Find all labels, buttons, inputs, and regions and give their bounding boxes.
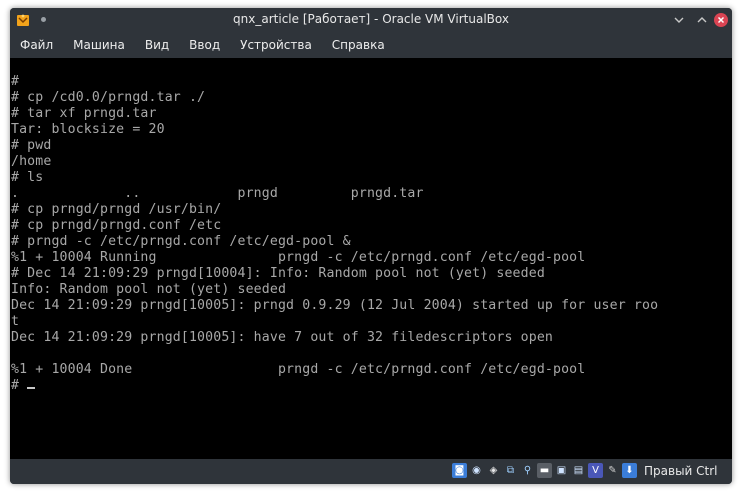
terminal-output: # # cp /cd0.0/prngd.tar ./ # tar xf prng… xyxy=(10,58,732,394)
optical-drive-icon[interactable]: ◉ xyxy=(469,463,484,478)
status-icons: ◙ ◉ ◈ ⧉ ⚲ ▬ ▣ ▤ V ✎ ⬇ xyxy=(452,463,637,478)
terminal-lines: # # cp /cd0.0/prngd.tar ./ # tar xf prng… xyxy=(11,74,658,377)
title-bar[interactable]: qnx_article [Работает] - Oracle VM Virtu… xyxy=(10,8,732,32)
terminal-line: %1 + 10004 Running prngd -c /etc/prngd.c… xyxy=(11,250,586,265)
video-capture-icon[interactable]: ▤ xyxy=(571,463,586,478)
minimize-button[interactable] xyxy=(672,13,686,27)
menu-file[interactable]: Файл xyxy=(10,38,63,52)
terminal-line: /home xyxy=(11,154,52,169)
menu-devices[interactable]: Устройства xyxy=(230,38,322,52)
usb-icon[interactable]: ⚲ xyxy=(520,463,535,478)
terminal-line: Dec 14 21:09:29 prngd[10005]: have 7 out… xyxy=(11,330,553,345)
terminal-line: # cp prngd/prngd /usr/bin/ xyxy=(11,202,222,217)
shared-folders-icon[interactable]: ▬ xyxy=(537,463,552,478)
vm-screen[interactable]: # # cp /cd0.0/prngd.tar ./ # tar xf prng… xyxy=(10,58,732,459)
maximize-button[interactable] xyxy=(695,13,709,27)
virtualbox-window: qnx_article [Работает] - Oracle VM Virtu… xyxy=(10,8,732,484)
terminal-line: # cp /cd0.0/prngd.tar ./ xyxy=(11,90,206,105)
menu-machine[interactable]: Машина xyxy=(63,38,135,52)
terminal-line: Tar: blocksize = 20 xyxy=(11,122,165,137)
terminal-line: # cp prngd/prngd.conf /etc xyxy=(11,218,222,233)
terminal-line: . .. prngd prngd.tar xyxy=(11,186,424,201)
close-button[interactable] xyxy=(714,13,728,27)
terminal-line: Info: Random pool not (yet) seeded xyxy=(11,282,287,297)
menu-bar: Файл Машина Вид Ввод Устройства Справка xyxy=(10,32,732,58)
terminal-line: # xyxy=(11,74,20,89)
terminal-line: Dec 14 21:09:29 prngd[10005]: prngd 0.9.… xyxy=(11,298,659,313)
keyboard-icon[interactable]: ⬇ xyxy=(622,463,637,478)
menu-input[interactable]: Ввод xyxy=(179,38,230,52)
virtualization-icon[interactable]: V xyxy=(588,463,603,478)
menu-view[interactable]: Вид xyxy=(135,38,179,52)
terminal-line: %1 + 10004 Done prngd -c /etc/prngd.conf… xyxy=(11,362,586,377)
mouse-integration-icon[interactable]: ✎ xyxy=(605,463,620,478)
terminal-line: # prngd -c /etc/prngd.conf /etc/egd-pool… xyxy=(11,234,351,249)
display-icon[interactable]: ▣ xyxy=(554,463,569,478)
terminal-line: # tar xf prngd.tar xyxy=(11,106,157,121)
terminal-cursor xyxy=(27,387,36,389)
hard-disk-icon[interactable]: ◙ xyxy=(452,463,467,478)
window-title: qnx_article [Работает] - Oracle VM Virtu… xyxy=(233,12,509,26)
terminal-prompt: # xyxy=(11,378,28,393)
host-key-label: Правый Ctrl xyxy=(644,464,718,478)
terminal-line: t xyxy=(11,314,20,329)
terminal-line: # pwd xyxy=(11,138,52,153)
network-icon[interactable]: ⧉ xyxy=(503,463,518,478)
menu-help[interactable]: Справка xyxy=(322,38,395,52)
terminal-line: # ls xyxy=(11,170,44,185)
terminal-line: # Dec 14 21:09:29 prngd[10004]: Info: Ra… xyxy=(11,266,545,281)
status-bar: ◙ ◉ ◈ ⧉ ⚲ ▬ ▣ ▤ V ✎ ⬇ Правый Ctrl xyxy=(10,459,732,484)
audio-icon[interactable]: ◈ xyxy=(486,463,501,478)
